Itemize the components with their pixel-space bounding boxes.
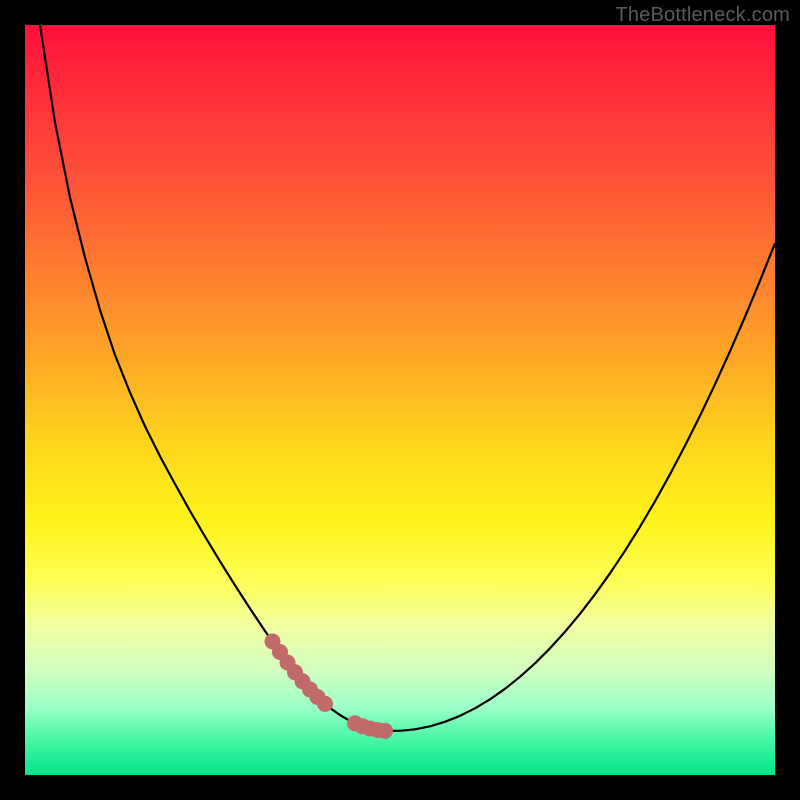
highlight-dot bbox=[377, 723, 393, 739]
chart-svg bbox=[25, 25, 775, 775]
watermark-text: TheBottleneck.com bbox=[615, 4, 790, 27]
plot-area bbox=[25, 25, 775, 775]
chart-container: TheBottleneck.com bbox=[0, 0, 800, 800]
series-curve bbox=[25, 0, 775, 731]
highlight-markers bbox=[265, 634, 394, 739]
highlight-dot bbox=[317, 696, 333, 712]
curve-path bbox=[25, 0, 775, 731]
